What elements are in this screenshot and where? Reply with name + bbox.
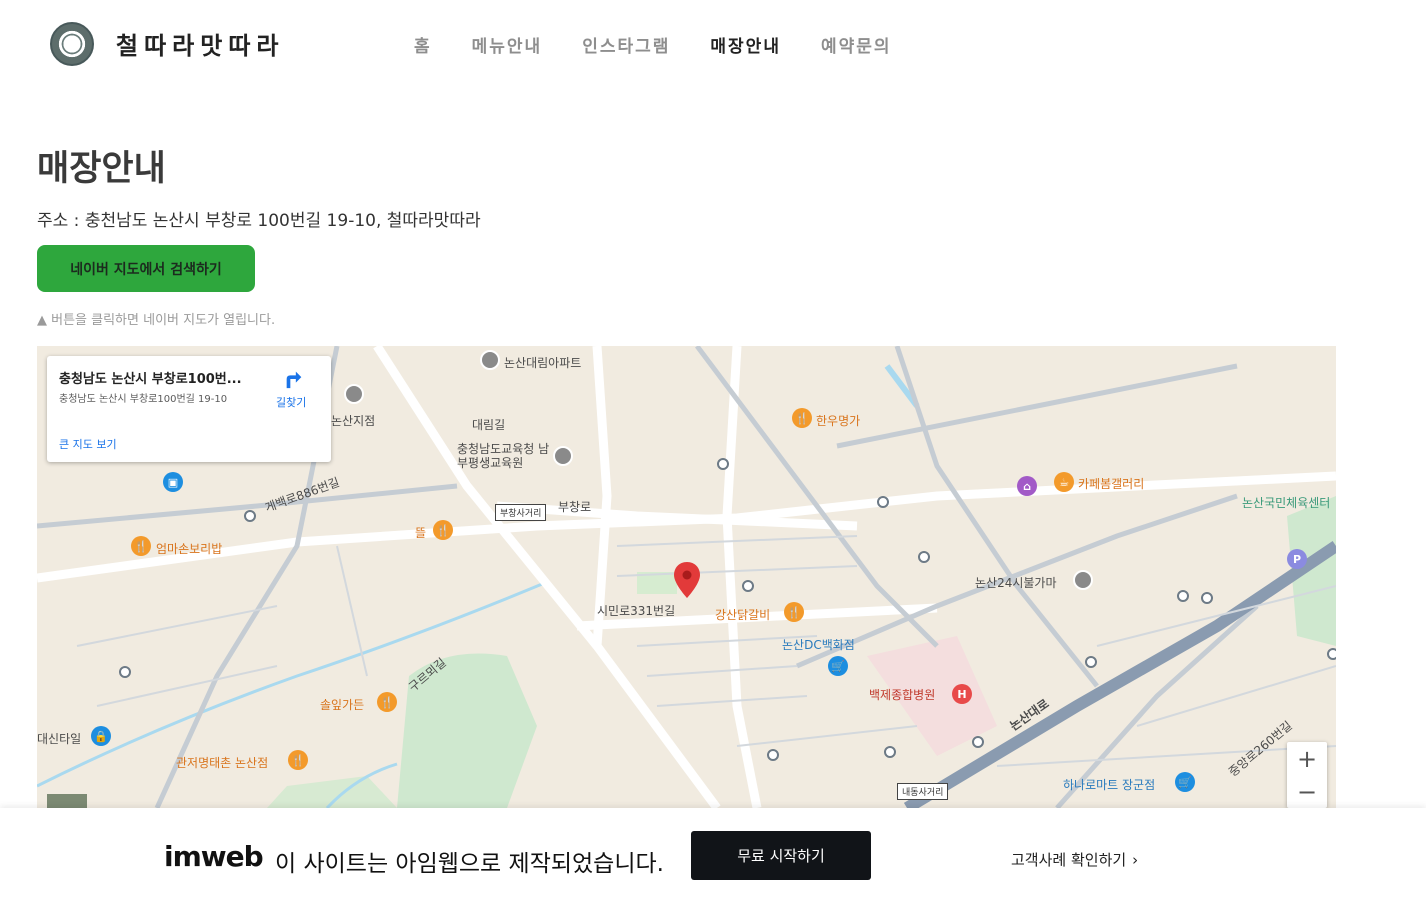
map-label-buchang-crossroad: 부창사거리 [495,504,547,521]
map-label-gwanjeo: 관저명태촌 논산점 [176,756,269,770]
poi-gray-icon[interactable] [480,350,500,370]
shopping-cart-icon[interactable]: 🛒 [1175,772,1195,792]
bus-stop-icon[interactable] [884,746,896,758]
imweb-banner: imweb 이 사이트는 아임웹으로 제작되었습니다. 무료 시작하기 고객사례… [0,808,1426,902]
map-label-tteul: 뜰 [415,526,427,540]
map-label-hanaro: 하나로마트 장군점 [1063,778,1156,792]
cafe-icon[interactable]: ☕ [1054,472,1074,492]
info-card-title: 충청남도 논산시 부창로100번... [59,372,242,387]
restaurant-icon[interactable]: 🍴 [288,750,308,770]
naver-map-search-button[interactable]: 네이버 지도에서 검색하기 [37,245,255,292]
map-label-education-office: 충청남도교육청 남부평생교육원 [457,442,550,470]
directions-icon[interactable] [283,368,305,390]
embedded-map[interactable]: 충청남도 논산시 부창로100번... 충청남도 논산시 부창로100번길 19… [37,346,1336,808]
main-nav: 홈 메뉴안내 인스타그램 매장안내 예약문의 [414,32,932,57]
nav-menu[interactable]: 메뉴안내 [472,32,543,57]
imweb-banner-text: 이 사이트는 아임웹으로 제작되었습니다. [275,851,664,877]
restaurant-icon[interactable]: 🍴 [131,536,151,556]
site-header: 철따라맛따라 홈 메뉴안내 인스타그램 매장안내 예약문의 [0,0,1426,86]
map-label-sauna: 논산24시불가마 [975,576,1057,590]
map-label-cafe-bom: 카페봄갤러리 [1078,477,1145,491]
restaurant-icon[interactable]: 🍴 [433,520,453,540]
bus-stop-icon[interactable] [1177,590,1189,602]
brand-name[interactable]: 철따라맛따라 [116,26,284,61]
map-label-hospital: 백제종합병원 [869,688,936,702]
map-label-naedong-crossroad: 내동사거리 [897,783,949,800]
naver-hint-text: ▲ 버튼을 클릭하면 네이버 지도가 열립니다. [37,313,276,328]
satellite-thumbnail[interactable] [47,794,87,808]
parking-icon[interactable]: P [1287,549,1307,569]
case-study-link[interactable]: 고객사례 확인하기 › [1011,849,1138,870]
map-label-daelim-apt: 논산대림아파트 [504,356,582,370]
map-label-solip: 솔잎가든 [320,698,365,712]
restaurant-icon[interactable]: 🍴 [792,408,812,428]
map-label-daelim-gil: 대림길 [472,418,506,432]
bus-stop-icon[interactable] [972,736,984,748]
view-larger-map-link[interactable]: 큰 지도 보기 [59,436,117,452]
bus-stop-icon[interactable] [119,666,131,678]
chevron-right-icon: › [1132,851,1139,869]
case-study-label: 고객사례 확인하기 [1011,851,1127,869]
poi-purple-icon[interactable]: ⌂ [1017,476,1037,496]
bus-stop-icon[interactable] [1085,656,1097,668]
map-label-sports-center: 논산국민체육센터 [1242,496,1331,510]
poi-gray-icon[interactable] [553,446,573,466]
bus-stop-icon[interactable] [717,458,729,470]
imweb-logo[interactable]: imweb [164,840,264,873]
directions-label[interactable]: 길찾기 [276,394,306,410]
map-label-buchang-ro: 부창로 [558,500,592,514]
map-label-gangsan: 강산닭갈비 [715,608,771,622]
bus-stop-icon[interactable] [918,551,930,563]
poi-gray-icon[interactable] [344,384,364,404]
bus-stop-icon[interactable] [742,580,754,592]
restaurant-icon[interactable]: 🍴 [784,602,804,622]
map-label-branch: 논산지점 [331,414,376,428]
poi-gray-icon[interactable] [1073,570,1093,590]
bus-stop-icon[interactable] [877,496,889,508]
map-label-daesin-tile: 대신타일 [37,732,82,746]
shop-icon[interactable]: ▣ [163,472,183,492]
hospital-icon[interactable]: H [952,684,972,704]
restaurant-icon[interactable]: 🍴 [377,692,397,712]
nav-reservation[interactable]: 예약문의 [821,32,892,57]
store-address: 주소 : 충천남도 논산시 부창로 100번길 19-10, 철따라맛따라 [37,211,481,231]
zoom-in-button[interactable]: + [1287,742,1327,775]
brand-logo-icon[interactable] [50,22,94,66]
map-info-card: 충청남도 논산시 부창로100번... 충청남도 논산시 부창로100번길 19… [47,356,331,462]
bus-stop-icon[interactable] [1327,648,1336,660]
location-marker-icon[interactable] [674,562,700,598]
zoom-out-button[interactable]: − [1287,775,1327,808]
map-label-dc-store: 논산DC백화점 [782,638,855,652]
info-card-address: 충청남도 논산시 부창로100번길 19-10 [59,394,228,405]
bus-stop-icon[interactable] [767,749,779,761]
map-label-hanwoo: 한우명가 [816,414,861,428]
shopping-cart-icon[interactable]: 🛒 [828,656,848,676]
bus-stop-icon[interactable] [244,510,256,522]
shop-icon[interactable]: 🔒 [91,726,111,746]
map-label-mom-barley: 엄마손보리밥 [156,542,223,556]
nav-home[interactable]: 홈 [414,32,432,57]
page-title: 매장안내 [37,149,166,189]
free-start-button[interactable]: 무료 시작하기 [691,831,871,880]
nav-store-info[interactable]: 매장안내 [710,32,781,57]
nav-instagram[interactable]: 인스타그램 [582,32,670,57]
map-label-simin-331: 시민로331번길 [597,604,676,618]
map-zoom-control: + − [1287,742,1327,808]
bus-stop-icon[interactable] [1201,592,1213,604]
